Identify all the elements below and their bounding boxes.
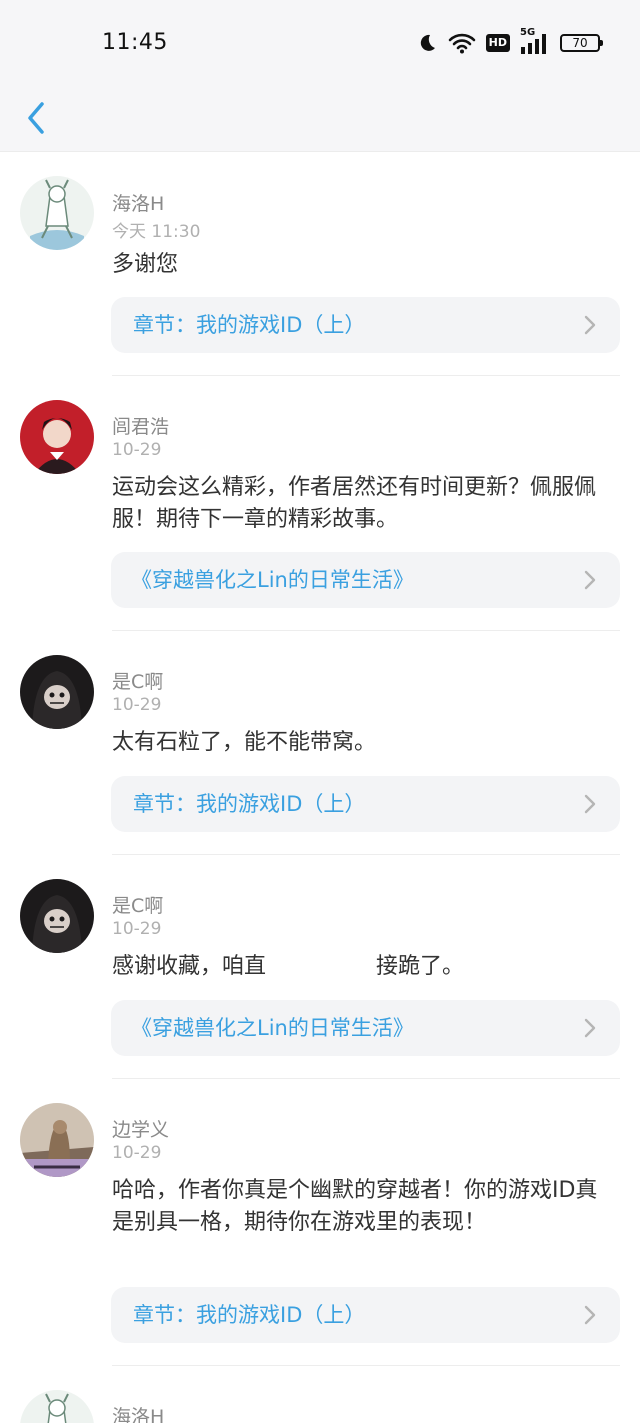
comment-time: 10-29 [112, 1143, 162, 1163]
comment-item: 海洛H 今天 11:30 多谢您 章节：我的游戏ID（上） [0, 152, 640, 376]
battery-indicator: 70 [560, 34, 603, 52]
chevron-left-icon [28, 102, 44, 134]
status-icons: HD 5G 70 [416, 27, 603, 56]
comment-author[interactable]: 海洛H [112, 189, 164, 216]
novel-link-card[interactable]: 《穿越兽化之Lin的日常生活》 [111, 552, 620, 608]
avatar[interactable] [20, 400, 94, 474]
signal-5g-icon: 5G [520, 27, 550, 55]
comment-list: 海洛H 今天 11:30 多谢您 章节：我的游戏ID（上） 闾君浩 10-29 … [0, 152, 640, 1423]
comment-time: 10-29 [112, 919, 162, 939]
chevron-right-icon [584, 794, 596, 814]
avatar[interactable] [20, 1390, 94, 1423]
chapter-link-text: 章节：我的游戏ID（上） [133, 1303, 366, 1327]
chapter-link-card[interactable]: 章节：我的游戏ID（上） [111, 297, 620, 353]
novel-link-text: 《穿越兽化之Lin的日常生活》 [131, 568, 414, 592]
chevron-right-icon [584, 1018, 596, 1038]
comment-time: 10-29 [112, 440, 162, 460]
chapter-link-card[interactable]: 章节：我的游戏ID（上） [111, 776, 620, 832]
comment-item: 是C啊 10-29 太有石粒了，能不能带窝。 章节：我的游戏ID（上） [0, 631, 640, 855]
comment-author[interactable]: 是C啊 [112, 891, 163, 918]
comment-time: 今天 11:30 [112, 222, 201, 242]
comment-time: 10-29 [112, 695, 162, 715]
status-time: 11:45 [102, 30, 168, 55]
comment-text: 多谢您 [112, 252, 179, 277]
comment-author[interactable]: 海洛H [112, 1402, 164, 1423]
avatar[interactable] [20, 655, 94, 729]
chapter-link-card[interactable]: 章节：我的游戏ID（上） [111, 1287, 620, 1343]
novel-link-text: 《穿越兽化之Lin的日常生活》 [131, 1016, 414, 1040]
comment-item: 是C啊 10-29 感谢收藏，咱直 接跪了。 《穿越兽化之Lin的日常生活》 [0, 855, 640, 1079]
comment-text: 太有石粒了，能不能带窝。 [112, 730, 377, 755]
chapter-link-text: 章节：我的游戏ID（上） [133, 792, 366, 816]
chevron-right-icon [584, 315, 596, 335]
comment-author[interactable]: 闾君浩 [112, 412, 169, 439]
comment-author[interactable]: 是C啊 [112, 667, 163, 694]
comment-text: 运动会这么精彩，作者居然还有时间更新？佩服佩服！期待下一章的精彩故事。 [112, 475, 597, 532]
comment-item: 海洛H [0, 1366, 640, 1423]
chevron-right-icon [584, 570, 596, 590]
wifi-icon [448, 32, 476, 54]
top-header: 11:45 HD 5G 70 [0, 0, 640, 152]
comment-item: 边学义 10-29 哈哈，作者你真是个幽默的穿越者！你的游戏ID真是别具一格，期… [0, 1079, 640, 1366]
comment-text: 感谢收藏，咱直 接跪了。 [112, 954, 465, 979]
back-button[interactable] [18, 98, 54, 138]
avatar[interactable] [20, 176, 94, 250]
novel-link-card[interactable]: 《穿越兽化之Lin的日常生活》 [111, 1000, 620, 1056]
comment-item: 闾君浩 10-29 运动会这么精彩，作者居然还有时间更新？佩服佩服！期待下一章的… [0, 376, 640, 631]
hd-icon: HD [485, 34, 510, 52]
avatar[interactable] [20, 879, 94, 953]
avatar[interactable] [20, 1103, 94, 1177]
comment-text: 哈哈，作者你真是个幽默的穿越者！你的游戏ID真是别具一格，期待你在游戏里的表现！ [112, 1178, 598, 1235]
chapter-link-text: 章节：我的游戏ID（上） [133, 313, 366, 337]
chevron-right-icon [584, 1305, 596, 1325]
moon-icon [416, 32, 438, 54]
comment-author[interactable]: 边学义 [112, 1115, 169, 1142]
